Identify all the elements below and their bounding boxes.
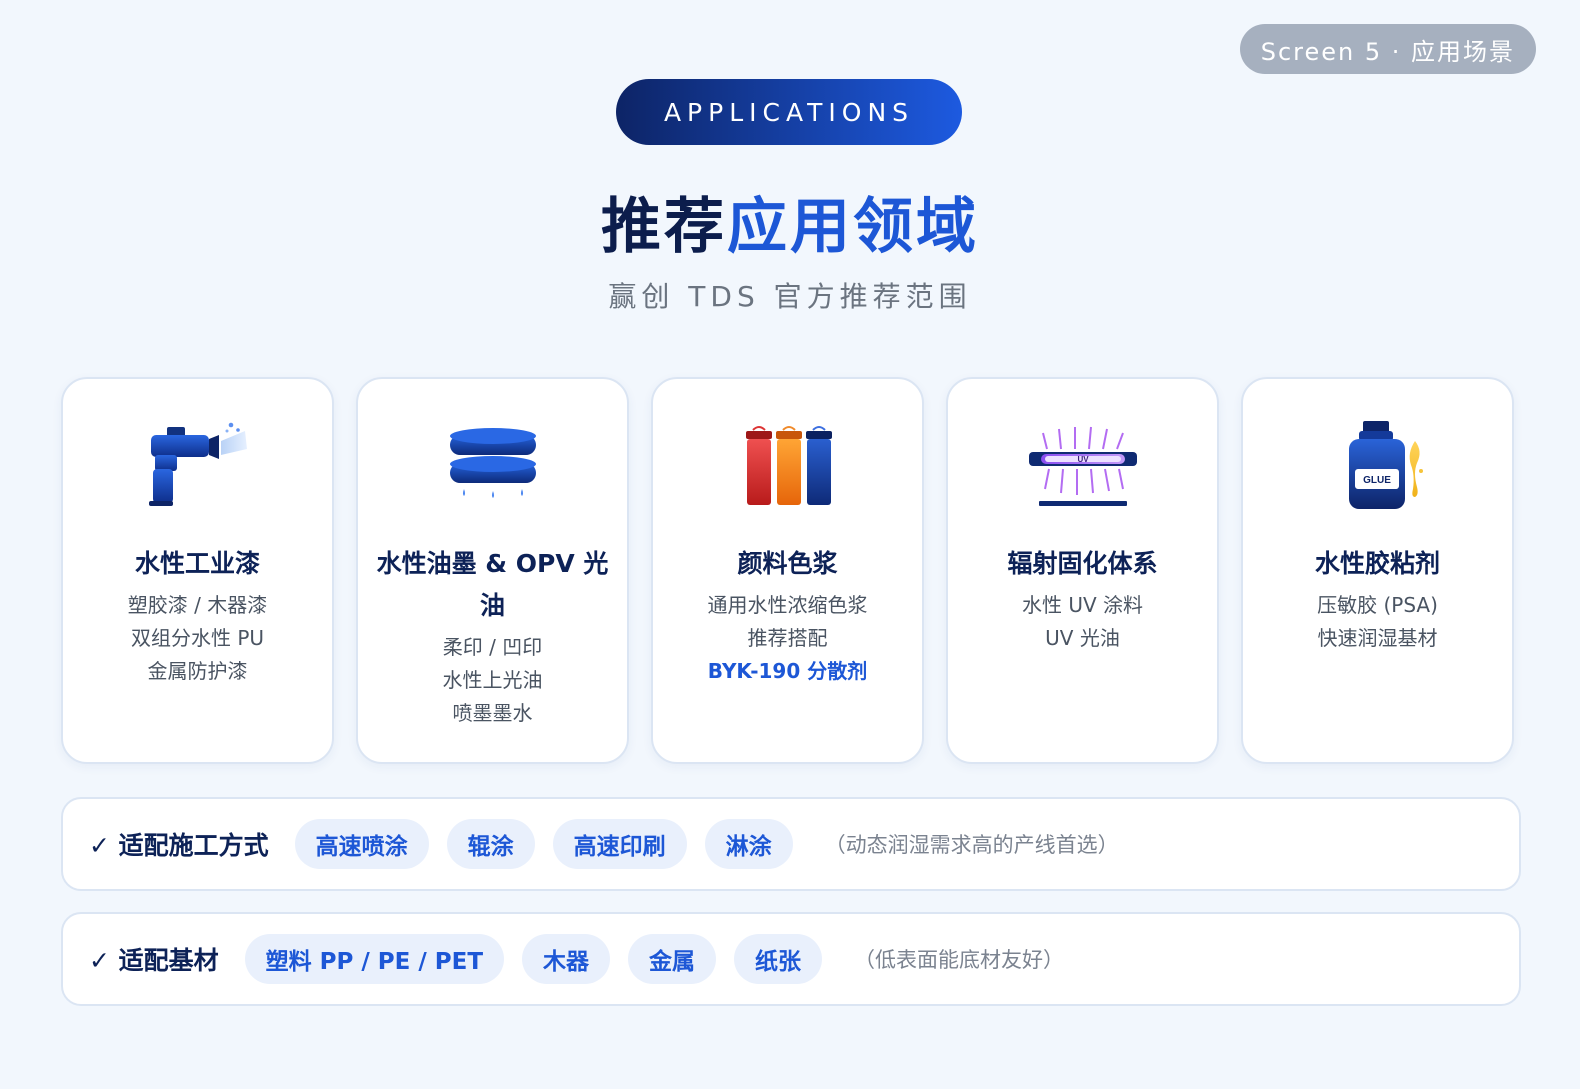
- title-part-2: 应用领域: [727, 192, 979, 262]
- card-line: 推荐搭配: [747, 626, 828, 650]
- card-title: 水性胶粘剂: [1314, 549, 1440, 578]
- method-chip-roller: 辊涂: [446, 819, 535, 869]
- card-lines: 塑胶漆 / 木器漆 双组分水性 PU 金属防护漆: [77, 589, 318, 688]
- card-lines: 压敏胶 (PSA) 快速润湿基材: [1257, 589, 1498, 655]
- card-line: 水性 UV 涂料: [1021, 593, 1144, 617]
- pigment-tubes-icon: [745, 426, 832, 505]
- uv-lamp-icon: UV: [1028, 426, 1137, 506]
- substrate-chip-paper: 纸张: [734, 934, 823, 984]
- application-cards: 水性工业漆 塑胶漆 / 木器漆 双组分水性 PU 金属防护漆 水性油墨 & OP…: [61, 377, 1514, 764]
- card-line: 塑胶漆 / 木器漆: [127, 593, 268, 617]
- card-line: 快速润湿基材: [1317, 626, 1438, 650]
- title-part-1: 推荐: [601, 192, 727, 262]
- application-card-inks-opv: 水性油墨 & OPV 光油 柔印 / 凹印 水性上光油 喷墨墨水: [356, 377, 629, 764]
- fit-substrates-label: ✓ 适配基材: [89, 946, 219, 975]
- screen-indicator-badge: Screen 5 · 应用场景: [1239, 24, 1536, 74]
- substrate-chip-wood: 木器: [522, 934, 611, 984]
- card-line: 压敏胶 (PSA): [1317, 593, 1438, 617]
- card-lines: 水性 UV 涂料 UV 光油: [962, 589, 1203, 655]
- method-chip-high-speed-spray: 高速喷涂: [294, 819, 429, 869]
- card-highlight-line: BYK-190 分散剂: [707, 659, 868, 683]
- method-chip-curtain: 淋涂: [704, 819, 793, 869]
- glue-label-text: GLUE: [1363, 475, 1391, 486]
- page-subtitle: 赢创 TDS 官方推荐范围: [608, 280, 972, 313]
- fit-methods-note: （动态润湿需求高的产线首选）: [824, 833, 1119, 857]
- fit-substrates-row: ✓ 适配基材 塑料 PP / PE / PET 木器 金属 纸张 （低表面能底材…: [61, 912, 1521, 1006]
- card-line: 通用水性浓缩色浆: [707, 593, 868, 617]
- fit-substrates-note: （低表面能底材友好）: [854, 948, 1065, 972]
- application-card-pigment-pastes: 颜料色浆 通用水性浓缩色浆 推荐搭配 BYK-190 分散剂: [651, 377, 924, 764]
- application-card-radiation-curing: UV 辐射固化体系 水性 UV 涂料 UV 光油: [946, 377, 1219, 764]
- card-line: 水性上光油: [442, 668, 543, 692]
- card-title: 颜料色浆: [737, 549, 838, 578]
- card-line: 柔印 / 凹印: [442, 635, 543, 659]
- method-chip-high-speed-print: 高速印刷: [552, 819, 687, 869]
- card-line: UV 光油: [1045, 626, 1120, 650]
- card-line: 喷墨墨水: [452, 701, 533, 725]
- page-title: 推荐应用领域: [0, 178, 1580, 265]
- glue-bottle-icon: GLUE: [1348, 421, 1423, 509]
- ink-roller-icon: [449, 428, 536, 498]
- card-line: 金属防护漆: [147, 659, 248, 683]
- card-lines: 通用水性浓缩色浆 推荐搭配 BYK-190 分散剂: [667, 589, 908, 688]
- card-title: 水性油墨 & OPV 光油: [376, 549, 609, 620]
- card-line: 双组分水性 PU: [130, 626, 265, 650]
- page: Screen 5 · 应用场景 APPLICATIONS 推荐应用领域 赢创 T…: [0, 0, 1580, 1089]
- fit-methods-row: ✓ 适配施工方式 高速喷涂 辊涂 高速印刷 淋涂 （动态润湿需求高的产线首选）: [61, 797, 1521, 891]
- card-title: 辐射固化体系: [1007, 549, 1158, 578]
- application-card-industrial-coatings: 水性工业漆 塑胶漆 / 木器漆 双组分水性 PU 金属防护漆: [61, 377, 334, 764]
- substrate-chip-metal: 金属: [628, 934, 717, 984]
- application-card-adhesives: GLUE 水性胶粘剂 压敏胶 (PSA) 快速润湿基材: [1241, 377, 1514, 764]
- fit-methods-label: ✓ 适配施工方式: [89, 831, 269, 860]
- card-title: 水性工业漆: [134, 549, 260, 578]
- substrate-chip-plastics: 塑料 PP / PE / PET: [244, 934, 505, 984]
- uv-label-text: UV: [1077, 455, 1089, 464]
- spray-gun-icon: [148, 422, 247, 506]
- card-lines: 柔印 / 凹印 水性上光油 喷墨墨水: [372, 631, 613, 730]
- applications-eyebrow: APPLICATIONS: [616, 79, 962, 145]
